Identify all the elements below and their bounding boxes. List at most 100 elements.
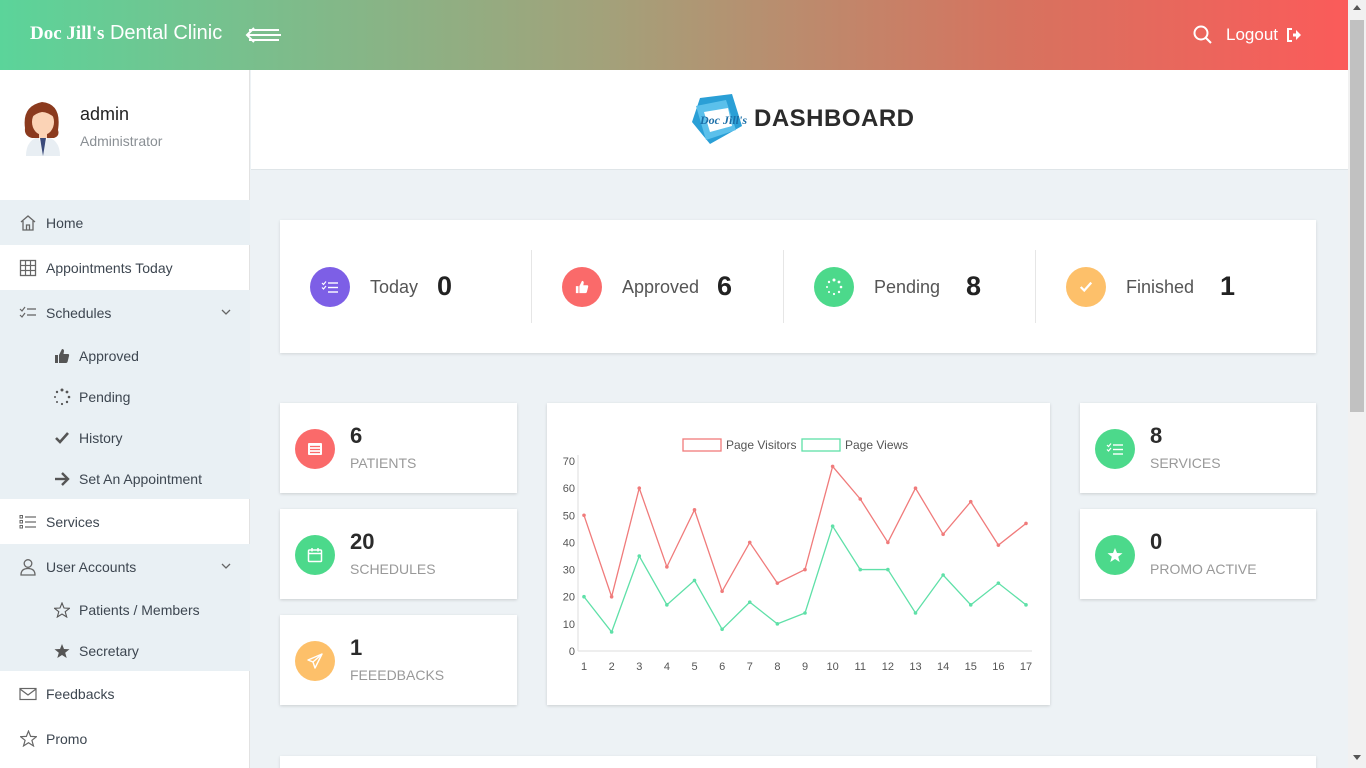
card-label: PATIENTS bbox=[350, 455, 417, 471]
sidebar-item-set-appointment[interactable]: Set An Appointment bbox=[0, 458, 250, 499]
menu-arrow-icon[interactable] bbox=[245, 22, 283, 48]
data-point bbox=[830, 524, 835, 528]
brand-name: Doc Jill's bbox=[30, 23, 105, 44]
stat-value: 1 bbox=[1220, 271, 1236, 301]
thumbs-up-icon bbox=[562, 267, 602, 307]
clinic-logo: Doc Jill's bbox=[686, 92, 748, 148]
data-point bbox=[720, 627, 724, 632]
brand-subtitle: Dental Clinic bbox=[109, 22, 223, 44]
check-icon bbox=[52, 428, 72, 448]
data-point bbox=[941, 532, 945, 537]
sidebar-item-appointments-today[interactable]: Appointments Today bbox=[0, 245, 250, 290]
x-tick-label: 6 bbox=[719, 661, 725, 673]
sidebar-item-user-accounts[interactable]: User Accounts bbox=[0, 544, 250, 589]
data-point bbox=[803, 567, 807, 572]
data-point bbox=[858, 497, 863, 501]
sidebar-item-schedules[interactable]: Schedules bbox=[0, 290, 250, 335]
stat-pending[interactable]: Pending 8 bbox=[784, 220, 1036, 353]
data-point bbox=[858, 567, 863, 572]
sidebar-item-label: User Accounts bbox=[46, 558, 137, 575]
data-point bbox=[941, 573, 945, 577]
data-point bbox=[637, 486, 642, 490]
brand-title[interactable]: Doc Jill's Dental Clinic bbox=[30, 22, 222, 45]
list-icon bbox=[18, 512, 38, 532]
scroll-down-arrow-icon[interactable] bbox=[1353, 755, 1361, 760]
card-feedbacks[interactable]: 1 FEEEDBACKS bbox=[280, 615, 517, 705]
paper-plane-icon bbox=[295, 641, 335, 681]
data-point bbox=[747, 600, 752, 604]
logo-text: Doc Jill's bbox=[699, 113, 747, 127]
data-point bbox=[968, 603, 973, 607]
card-label: SCHEDULES bbox=[350, 561, 436, 577]
card-schedules[interactable]: 20 SCHEDULES bbox=[280, 509, 517, 599]
data-point bbox=[996, 581, 1001, 585]
check-icon bbox=[1066, 267, 1106, 307]
sidebar-item-services[interactable]: Services bbox=[0, 499, 250, 544]
sidebar-item-label: Set An Appointment bbox=[79, 470, 202, 487]
card-label: SERVICES bbox=[1150, 455, 1221, 471]
data-point bbox=[830, 464, 835, 469]
avatar bbox=[18, 98, 68, 156]
legend-label: Page Visitors bbox=[726, 438, 796, 452]
logout-button[interactable]: Logout bbox=[1226, 25, 1302, 45]
scroll-up-arrow-icon[interactable] bbox=[1353, 5, 1361, 10]
card-services[interactable]: 8 SERVICES bbox=[1080, 403, 1316, 493]
x-tick-label: 3 bbox=[636, 661, 642, 673]
y-tick-label: 60 bbox=[563, 483, 575, 495]
x-tick-label: 5 bbox=[691, 661, 697, 673]
data-point bbox=[720, 589, 724, 594]
calendar-icon bbox=[295, 535, 335, 575]
stat-finished[interactable]: Finished 1 bbox=[1036, 220, 1288, 353]
data-point bbox=[747, 540, 752, 545]
data-point bbox=[582, 594, 586, 599]
stat-today[interactable]: Today 0 bbox=[280, 220, 532, 353]
data-point bbox=[775, 581, 780, 585]
checklist-icon bbox=[310, 267, 350, 307]
spinner-icon bbox=[814, 267, 854, 307]
sidebar-item-label: Approved bbox=[79, 347, 139, 364]
legend-label: Page Views bbox=[845, 438, 908, 452]
sidebar-item-pending[interactable]: Pending bbox=[0, 376, 250, 417]
profile-name: admin bbox=[80, 104, 130, 124]
scroll-thumb[interactable] bbox=[1350, 20, 1364, 412]
search-icon[interactable] bbox=[1192, 24, 1214, 46]
series-line bbox=[583, 524, 1027, 634]
stat-value: 6 bbox=[717, 271, 733, 301]
sidebar-item-secretary[interactable]: Secretary bbox=[0, 630, 250, 671]
y-tick-label: 70 bbox=[563, 456, 575, 468]
sidebar-item-approved[interactable]: Approved bbox=[0, 335, 250, 376]
page-header: Doc Jill's DASHBOARD bbox=[251, 70, 1348, 170]
sidebar-item-history[interactable]: History bbox=[0, 417, 250, 458]
sidebar: admin Administrator Home Appointments To… bbox=[0, 70, 250, 768]
legend-swatch bbox=[682, 438, 722, 452]
stat-approved[interactable]: Approved 6 bbox=[532, 220, 784, 353]
sidebar-item-label: Appointments Today bbox=[46, 259, 173, 276]
y-tick-label: 30 bbox=[563, 565, 575, 577]
stat-label: Approved bbox=[622, 277, 700, 297]
x-tick-label: 9 bbox=[802, 661, 808, 673]
data-point bbox=[609, 594, 614, 599]
data-point bbox=[1024, 603, 1028, 607]
card-value: 6 bbox=[350, 423, 363, 448]
sidebar-item-home[interactable]: Home bbox=[0, 200, 250, 245]
user-profile: admin Administrator bbox=[0, 70, 250, 200]
sidebar-item-patients-members[interactable]: Patients / Members bbox=[0, 589, 250, 630]
card-patients[interactable]: 6 PATIENTS bbox=[280, 403, 517, 493]
data-point bbox=[609, 630, 614, 634]
sidebar-item-feedbacks[interactable]: Feedbacks bbox=[0, 671, 250, 716]
sidebar-item-label: Schedules bbox=[46, 304, 112, 321]
grid-icon bbox=[18, 258, 38, 278]
checklist-icon bbox=[1095, 429, 1135, 469]
card-promo-active[interactable]: 0 PROMO ACTIVE bbox=[1080, 509, 1316, 599]
bottom-panel bbox=[280, 756, 1316, 768]
x-tick-label: 11 bbox=[855, 661, 866, 673]
page-scrollbar[interactable] bbox=[1348, 0, 1366, 768]
sidebar-nav: Home Appointments Today Schedules Approv… bbox=[0, 200, 250, 761]
sidebar-item-promo[interactable]: Promo bbox=[0, 716, 250, 761]
schedules-submenu: Approved Pending History Set An Appointm… bbox=[0, 335, 250, 499]
y-tick-label: 10 bbox=[563, 619, 575, 631]
star-outline-icon bbox=[18, 729, 38, 749]
stat-label: Today bbox=[370, 277, 419, 297]
legend-swatch bbox=[801, 438, 841, 452]
x-tick-label: 13 bbox=[909, 661, 921, 673]
